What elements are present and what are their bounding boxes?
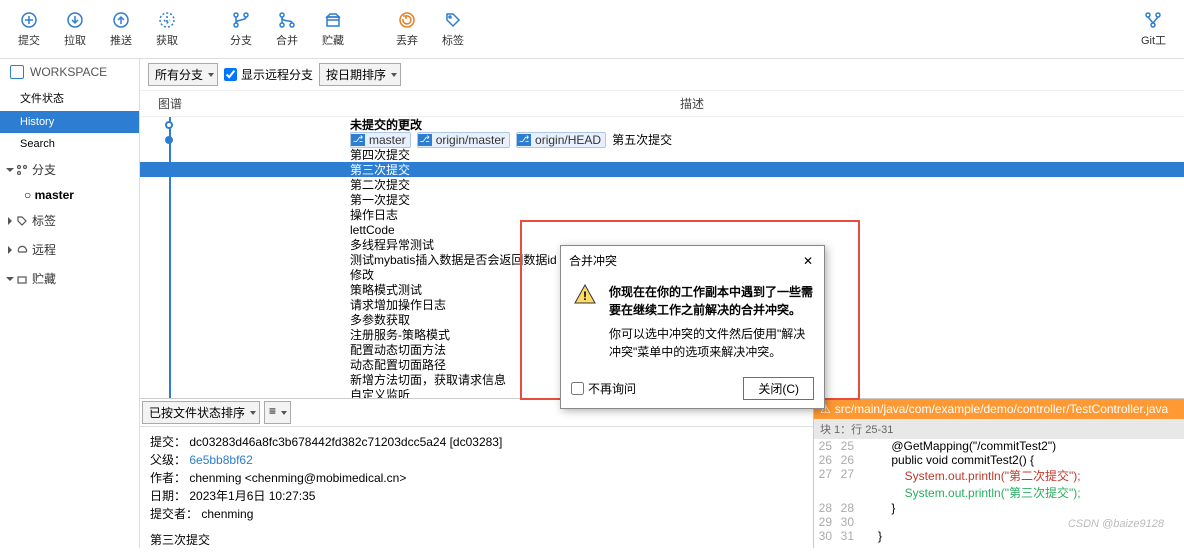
commit-row[interactable]: ⎇master⎇origin/master⎇origin/HEAD第五次提交 — [140, 132, 1184, 147]
diff-content: 2525 @GetMapping("/commitTest2")2626 pub… — [814, 439, 1184, 548]
branches-section[interactable]: 分支 — [0, 155, 139, 184]
hunk-header: 块 1：行 25-31 — [814, 419, 1184, 439]
view-mode-select[interactable]: ≡ — [264, 401, 291, 424]
commit-details: 提交： dc03283d46a8fc3b678442fd382c71203dcc… — [140, 427, 813, 555]
tag-icon — [443, 10, 463, 30]
main-toolbar: 提交 拉取 推送 获取 分支 合并 贮藏 丢弃 标签 Git工 — [0, 0, 1184, 59]
show-remote-checkbox[interactable]: 显示远程分支 — [224, 66, 313, 83]
merge-conflict-dialog: 合并冲突 ✕ ! 你现在在你的工作副本中遇到了一些需要在继续工作之前解决的合并冲突… — [560, 245, 825, 409]
branch-filter-select[interactable]: 所有分支 — [148, 63, 218, 86]
fetch-button[interactable]: 获取 — [148, 8, 186, 50]
parent-hash-link[interactable]: 6e5bb8bf62 — [189, 453, 252, 467]
discard-icon — [397, 10, 417, 30]
chevron-down-icon — [6, 168, 14, 172]
watermark: CSDN @baize9128 — [1068, 518, 1164, 530]
desc-column-header: 描述 — [200, 95, 1184, 112]
gitflow-icon — [1143, 10, 1163, 30]
dialog-title: 合并冲突 — [569, 252, 617, 269]
push-icon — [111, 10, 131, 30]
tags-section[interactable]: 标签 — [0, 206, 139, 235]
conflict-file-header[interactable]: ⚠ src/main/java/com/example/demo/control… — [814, 399, 1184, 419]
merge-icon — [277, 10, 297, 30]
file-status-sort[interactable]: 已按文件状态排序 — [142, 401, 260, 424]
workspace-header: WORKSPACE — [0, 59, 139, 85]
chevron-down-icon — [6, 277, 14, 281]
commit-button[interactable]: 提交 — [10, 8, 48, 50]
warning-icon: ! — [571, 283, 599, 307]
chevron-right-icon — [8, 217, 12, 225]
commit-row[interactable]: 第二次提交 — [140, 177, 1184, 192]
sidebar: WORKSPACE 文件状态 History Search 分支 ○ maste… — [0, 59, 140, 548]
dont-ask-checkbox[interactable]: 不再询问 — [571, 380, 636, 397]
tag-button[interactable]: 标签 — [434, 8, 472, 50]
graph-column-header: 图谱 — [140, 95, 200, 112]
commit-icon — [19, 10, 39, 30]
branch-master[interactable]: ○ master — [0, 184, 139, 206]
stash-button[interactable]: 贮藏 — [314, 8, 352, 50]
sort-select[interactable]: 按日期排序 — [319, 63, 401, 86]
fetch-icon — [157, 10, 177, 30]
filter-bar: 所有分支 显示远程分支 按日期排序 — [140, 59, 1184, 91]
workspace-icon — [10, 65, 24, 79]
commit-info-pane: 已按文件状态排序 ≡ 提交： dc03283d46a8fc3b678442fd3… — [140, 399, 814, 548]
sidebar-search[interactable]: Search — [0, 133, 139, 155]
commit-row[interactable]: 第三次提交 — [140, 162, 1184, 177]
commit-row[interactable]: 第四次提交 — [140, 147, 1184, 162]
commit-row[interactable]: 第一次提交 — [140, 192, 1184, 207]
push-button[interactable]: 推送 — [102, 8, 140, 50]
commit-list-header: 图谱 描述 — [140, 91, 1184, 117]
stash-section[interactable]: 贮藏 — [0, 264, 139, 293]
commit-row[interactable]: 未提交的更改 — [140, 117, 1184, 132]
discard-button[interactable]: 丢弃 — [388, 8, 426, 50]
svg-text:!: ! — [583, 289, 587, 303]
gitflow-button[interactable]: Git工 — [1133, 8, 1174, 50]
chevron-right-icon — [8, 246, 12, 254]
pull-icon — [65, 10, 85, 30]
branch-button[interactable]: 分支 — [222, 8, 260, 50]
stash-icon — [323, 10, 343, 30]
dialog-close-action-button[interactable]: 关闭(C) — [743, 377, 814, 400]
dialog-close-button[interactable]: ✕ — [800, 254, 816, 268]
remote-section[interactable]: 远程 — [0, 235, 139, 264]
dialog-message-1: 你现在在你的工作副本中遇到了一些需要在继续工作之前解决的合并冲突。 — [609, 283, 814, 319]
sidebar-file-status[interactable]: 文件状态 — [0, 85, 139, 111]
pull-button[interactable]: 拉取 — [56, 8, 94, 50]
commit-row[interactable]: lettCode — [140, 222, 1184, 237]
sidebar-history[interactable]: History — [0, 111, 139, 133]
dialog-message-2: 你可以选中冲突的文件然后使用"解决冲突"菜单中的选项来解决冲突。 — [609, 325, 814, 361]
merge-button[interactable]: 合并 — [268, 8, 306, 50]
branch-icon — [231, 10, 251, 30]
commit-row[interactable]: 操作日志 — [140, 207, 1184, 222]
